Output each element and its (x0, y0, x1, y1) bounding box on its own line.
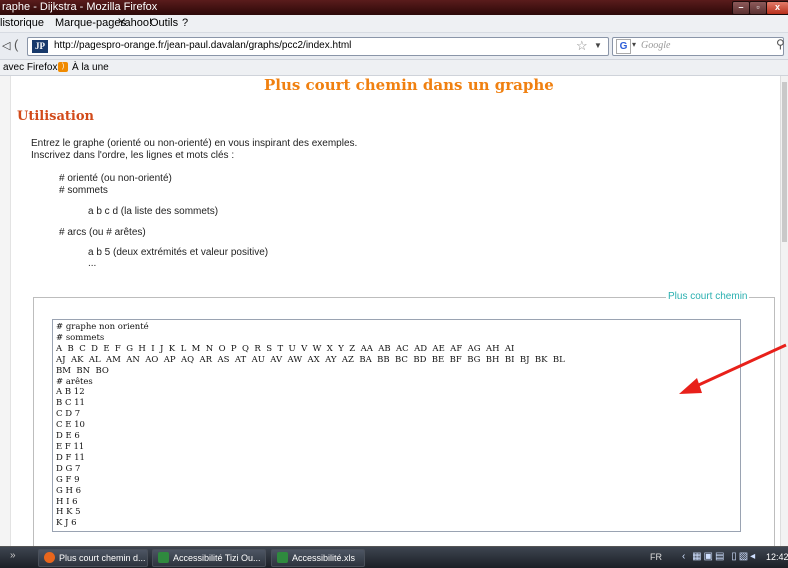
clock[interactable]: 12:42 (766, 552, 788, 562)
firefox-icon (44, 552, 55, 563)
system-tray-icons[interactable]: ‹ ▦▣▤ ▯▧◂ (682, 551, 757, 562)
taskbar-item-accessibilite-xls[interactable]: Accessibilité.xls (271, 549, 365, 567)
excel-icon (158, 552, 169, 563)
taskbar-item-firefox[interactable]: Plus court chemin d... (38, 549, 148, 567)
taskbar: » Plus court chemin d... Accessibilité T… (0, 546, 788, 568)
taskbar-item-accessibilite-doc[interactable]: Accessibilité Tizi Ou... (152, 549, 266, 567)
red-arrow-annotation (679, 343, 787, 394)
excel-icon (277, 552, 288, 563)
language-indicator[interactable]: FR (650, 552, 662, 562)
taskbar-chevron-icon[interactable]: » (10, 550, 16, 561)
